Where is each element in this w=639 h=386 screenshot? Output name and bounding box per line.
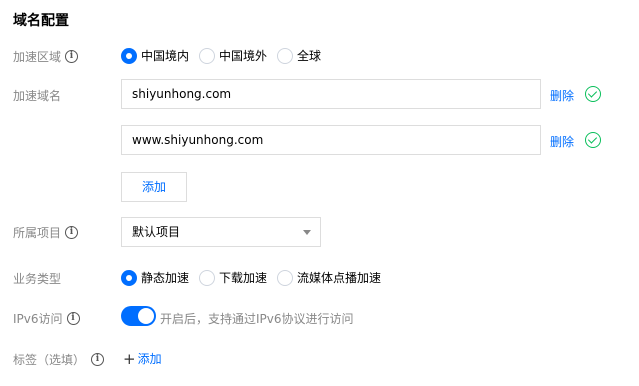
radio-button[interactable]: [199, 47, 216, 64]
section-title: 域名配置: [13, 13, 69, 29]
radio-button[interactable]: [199, 269, 216, 286]
radio-button[interactable]: [277, 269, 294, 286]
accelerate-domain-label-text: 加速域名: [13, 89, 62, 103]
domain-input-1[interactable]: shiyunhong.com: [121, 79, 541, 109]
delete-domain-2-link[interactable]: 删除: [550, 133, 574, 150]
radio-option-static[interactable]: 静态加速: [121, 269, 189, 286]
add-tag-link[interactable]: + 添加: [123, 350, 162, 367]
ipv6-label: IPv6访问 i: [13, 310, 80, 327]
radio-button[interactable]: [121, 47, 137, 64]
check-circle-icon: [585, 132, 601, 148]
radio-label: 全球: [297, 49, 322, 63]
radio-label: 静态加速: [141, 271, 190, 285]
info-icon[interactable]: i: [66, 312, 80, 325]
business-type-radio-group: 静态加速 下载加速 流媒体点播加速: [121, 269, 391, 286]
project-select-value: 默认项目: [132, 225, 181, 239]
radio-label: 流媒体点播加速: [297, 271, 382, 285]
add-domain-button[interactable]: 添加: [121, 172, 187, 202]
tags-label: 标签（选填） i: [13, 351, 105, 368]
info-icon[interactable]: i: [65, 50, 79, 63]
caret-down-icon: [303, 230, 311, 235]
delete-domain-1-link[interactable]: 删除: [550, 87, 574, 104]
project-label: 所属项目 i: [13, 224, 79, 241]
radio-button[interactable]: [277, 47, 294, 64]
info-icon[interactable]: i: [65, 226, 79, 239]
ipv6-hint: 开启后，支持通过IPv6协议进行访问: [160, 312, 354, 326]
accelerate-region-radio-group: 中国境内 中国境外 全球: [121, 47, 331, 64]
business-type-label-text: 业务类型: [13, 272, 62, 286]
radio-label: 中国境外: [219, 49, 268, 63]
accelerate-domain-label: 加速域名: [13, 87, 61, 104]
check-circle-icon: [585, 86, 601, 102]
ipv6-label-text: IPv6访问: [13, 312, 63, 326]
radio-option-streaming[interactable]: 流媒体点播加速: [277, 269, 381, 286]
radio-option-mainland[interactable]: 中国境内: [121, 47, 189, 64]
project-select[interactable]: 默认项目: [121, 217, 321, 247]
tags-label-text: 标签（选填）: [13, 353, 86, 367]
plus-icon: +: [123, 349, 136, 368]
radio-option-global[interactable]: 全球: [277, 47, 321, 64]
accelerate-region-label: 加速区域 i: [13, 48, 79, 65]
info-icon[interactable]: i: [91, 353, 105, 366]
domain-input-2[interactable]: www.shiyunhong.com: [121, 125, 541, 155]
ipv6-toggle[interactable]: [121, 306, 156, 326]
business-type-label: 业务类型: [13, 270, 61, 287]
add-tag-label: 添加: [137, 352, 162, 366]
radio-option-overseas[interactable]: 中国境外: [199, 47, 267, 64]
toggle-knob: [138, 308, 154, 324]
radio-option-download[interactable]: 下载加速: [199, 269, 267, 286]
radio-button[interactable]: [121, 269, 137, 286]
project-label-text: 所属项目: [13, 226, 62, 240]
accelerate-region-label-text: 加速区域: [13, 50, 62, 64]
radio-label: 下载加速: [219, 271, 268, 285]
radio-label: 中国境内: [141, 49, 190, 63]
